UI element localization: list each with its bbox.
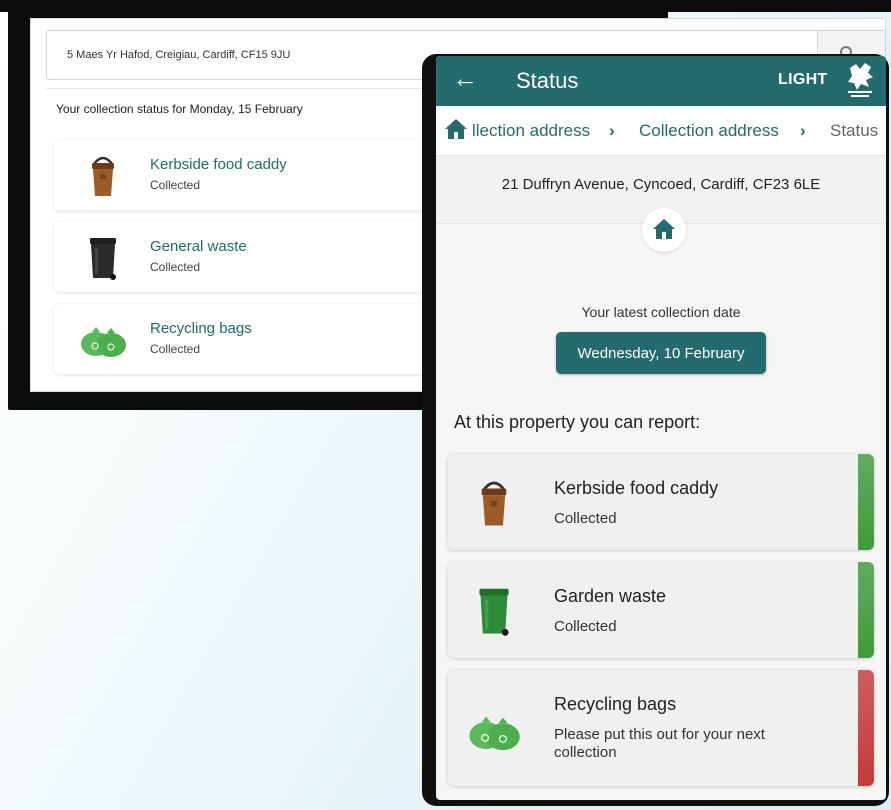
breadcrumb-link[interactable]: Collection address xyxy=(639,121,779,141)
cardiff-council-logo-icon xyxy=(848,63,873,97)
home-badge xyxy=(642,208,686,252)
app-item-garden-waste[interactable]: Garden waste Collected xyxy=(448,562,874,658)
collection-status-heading: Your collection status for Monday, 15 Fe… xyxy=(56,102,303,116)
item-status: Please put this out for your next collec… xyxy=(554,726,765,761)
home-icon xyxy=(653,219,675,239)
home-icon[interactable] xyxy=(444,118,468,140)
recycling-bags-icon xyxy=(469,716,520,751)
status-indicator xyxy=(858,562,874,658)
item-name: Recycling bags xyxy=(150,320,252,337)
item-name: Kerbside food caddy xyxy=(554,478,719,498)
app-screen: ← Status LIGHT llection address › Collec… xyxy=(436,56,886,800)
app-item-recycling-bags[interactable]: Recycling bags Please put this out for y… xyxy=(448,670,874,786)
item-status: Collected xyxy=(150,342,201,356)
breadcrumb-link[interactable]: llection address xyxy=(472,121,590,141)
status-indicator xyxy=(858,454,874,550)
web-item-food-caddy[interactable]: Kerbside food caddy Collected xyxy=(54,140,434,210)
chevron-right-icon: › xyxy=(800,121,806,140)
recycling-bags-icon xyxy=(81,327,126,357)
item-status: Collected xyxy=(150,178,201,192)
screen-title: Status xyxy=(516,68,579,93)
item-status: Collected xyxy=(554,510,617,527)
item-name: Garden waste xyxy=(554,586,667,606)
chevron-right-icon: › xyxy=(609,121,615,140)
theme-toggle-button[interactable]: LIGHT xyxy=(778,71,828,89)
item-status: Collected xyxy=(554,618,617,635)
breadcrumb: llection address › Collection address › … xyxy=(436,106,886,156)
item-name: General waste xyxy=(150,238,247,255)
app-item-food-caddy[interactable]: Kerbside food caddy Collected xyxy=(448,454,874,550)
web-item-general-waste[interactable]: General waste Collected xyxy=(54,222,434,292)
food-caddy-icon xyxy=(92,156,114,196)
food-caddy-icon xyxy=(481,481,507,526)
back-arrow-icon[interactable]: ← xyxy=(452,63,478,93)
web-item-recycling-bags[interactable]: Recycling bags Collected xyxy=(54,304,434,374)
latest-collection-date-button[interactable]: Wednesday, 10 February xyxy=(556,332,766,374)
divider xyxy=(46,88,446,89)
black-bin-icon xyxy=(90,238,116,280)
item-name: Kerbside food caddy xyxy=(150,156,287,173)
breadcrumb-current: Status xyxy=(830,121,879,140)
report-heading: At this property you can report: xyxy=(454,412,701,432)
property-address: 21 Duffryn Avenue, Cyncoed, Cardiff, CF2… xyxy=(501,176,821,193)
item-status: Collected xyxy=(150,260,201,274)
app-bar: ← Status LIGHT xyxy=(436,56,886,106)
status-indicator xyxy=(858,670,874,786)
item-name: Recycling bags xyxy=(554,694,677,714)
address-search-value: 5 Maes Yr Hafod, Creigiau, Cardiff, CF15… xyxy=(67,49,291,61)
latest-collection-label: Your latest collection date xyxy=(581,304,741,320)
green-bin-icon xyxy=(479,588,509,636)
